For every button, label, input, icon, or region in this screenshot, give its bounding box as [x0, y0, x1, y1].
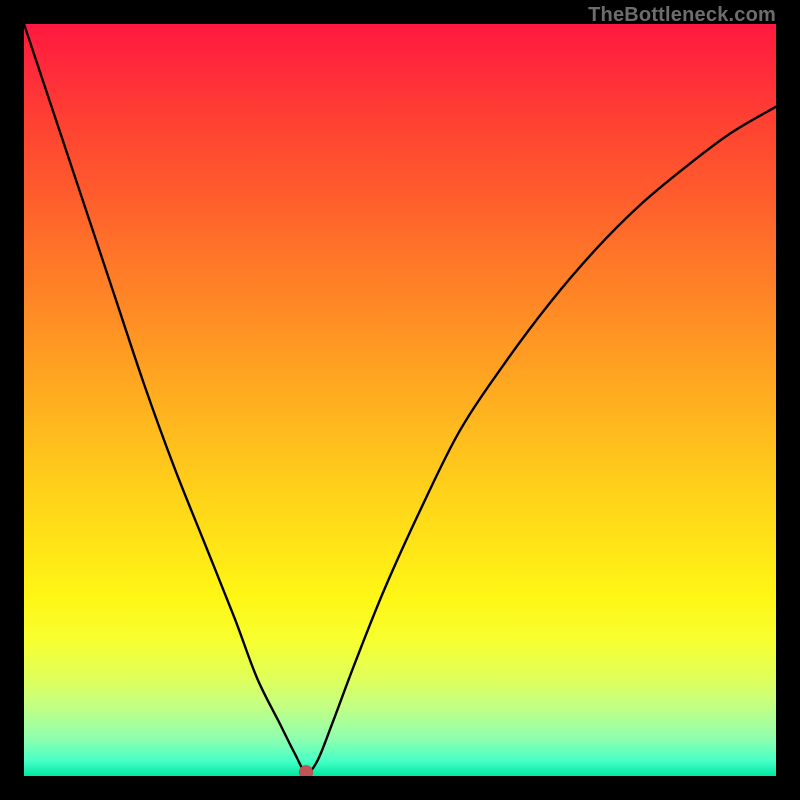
- curve-path: [24, 24, 776, 772]
- plot-area: [24, 24, 776, 776]
- bottleneck-curve: [24, 24, 776, 776]
- attribution-label: TheBottleneck.com: [588, 4, 776, 27]
- chart-container: TheBottleneck.com: [0, 0, 800, 800]
